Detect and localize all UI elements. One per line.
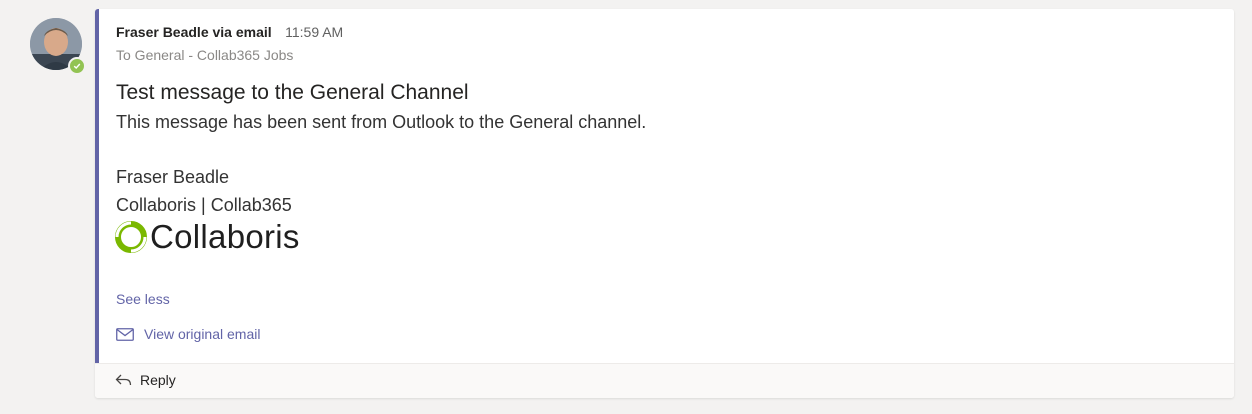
reply-button[interactable]: Reply xyxy=(115,372,176,388)
signature-name: Fraser Beadle xyxy=(116,167,230,187)
sender-avatar-container[interactable] xyxy=(30,18,86,75)
reply-label: Reply xyxy=(140,372,176,388)
view-original-email-label: View original email xyxy=(144,326,261,342)
message-timestamp: 11:59 AM xyxy=(285,24,344,40)
message-recipient: To General - Collab365 Jobs xyxy=(116,47,294,63)
message-subject: Test message to the General Channel xyxy=(116,81,469,104)
status-available-icon xyxy=(68,57,86,75)
message-accent-bar xyxy=(95,9,99,363)
view-original-email-button[interactable]: View original email xyxy=(116,326,260,342)
message-header: Fraser Beadle via email 11:59 AM xyxy=(116,24,343,42)
collaboris-logo-text: Collaboris xyxy=(150,218,300,255)
reply-bar: Reply xyxy=(95,363,1234,398)
see-less-link[interactable]: See less xyxy=(116,291,170,307)
message-card: Fraser Beadle via email 11:59 AM To Gene… xyxy=(95,9,1234,398)
signature-org: Collaboris | Collab365 xyxy=(116,195,292,215)
message-body: This message has been sent from Outlook … xyxy=(116,112,647,132)
collaboris-logo-icon xyxy=(115,221,147,253)
sender-name[interactable]: Fraser Beadle via email xyxy=(116,24,272,40)
collaboris-logo: Collaboris xyxy=(115,218,300,256)
reply-arrow-icon xyxy=(115,374,132,386)
mail-icon xyxy=(116,327,134,341)
